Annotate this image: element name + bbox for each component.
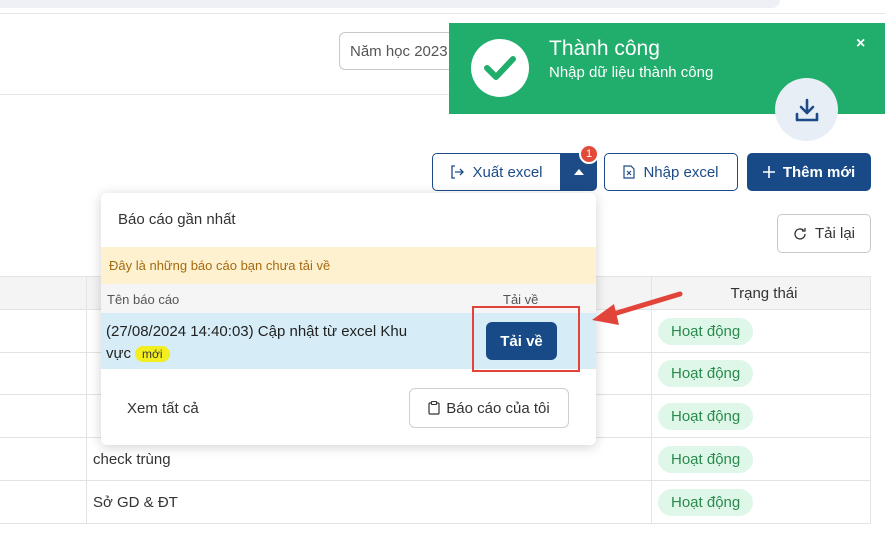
table-cell-status: Hoạt động [651, 438, 871, 480]
table-cell-status: Hoạt động [651, 353, 871, 394]
recent-reports-dropdown: Báo cáo gần nhất Đây là những báo cáo bạ… [101, 193, 596, 445]
clipboard-icon [428, 401, 440, 415]
export-icon [451, 165, 465, 179]
reload-button[interactable]: Tải lại [777, 214, 871, 253]
my-reports-label: Báo cáo của tôi [446, 399, 550, 417]
view-all-link[interactable]: Xem tất cả [127, 400, 199, 417]
status-badge: Hoạt động [658, 445, 754, 473]
table-header-status: Trạng thái [651, 277, 871, 309]
table-cell-status: Hoạt động [651, 310, 871, 352]
refresh-icon [794, 227, 806, 240]
export-excel-label: Xuất excel [472, 163, 543, 181]
table-cell-status: Hoạt động [651, 481, 871, 523]
col-report-name: Tên báo cáo [107, 292, 180, 307]
undownloaded-notice: Đây là những báo cáo bạn chưa tải về [101, 247, 596, 284]
reload-label: Tải lại [814, 225, 855, 242]
dropdown-title: Báo cáo gần nhất [118, 211, 236, 228]
table-cell-name: Sở GD & ĐT [86, 481, 651, 523]
col-download: Tải về [503, 292, 539, 307]
download-button[interactable] [775, 78, 838, 141]
import-excel-label: Nhập excel [643, 163, 719, 181]
report-item-text: (27/08/2024 14:40:03) Cập nhật từ excel … [106, 321, 451, 365]
top-bar [0, 0, 885, 14]
notification-badge: 1 [579, 144, 599, 164]
excel-file-icon [623, 165, 636, 179]
table-row[interactable]: Sở GD & ĐT Hoạt động [0, 481, 871, 524]
check-circle-icon [471, 39, 529, 97]
toast-message: Nhập dữ liệu thành công [549, 64, 714, 81]
status-badge: Hoạt động [658, 317, 754, 345]
status-badge: Hoạt động [658, 402, 754, 430]
plus-icon [762, 166, 775, 178]
status-badge: Hoạt động [658, 488, 754, 516]
add-new-label: Thêm mới [782, 163, 856, 181]
toast-title: Thành công [549, 37, 660, 60]
caret-up-icon [574, 169, 584, 175]
download-report-button[interactable]: Tải về [486, 322, 557, 360]
import-excel-button[interactable]: Nhập excel [604, 153, 738, 191]
new-tag: mới [135, 346, 170, 362]
my-reports-button[interactable]: Báo cáo của tôi [409, 388, 569, 428]
export-excel-button[interactable]: Xuất excel [432, 153, 561, 191]
close-icon[interactable]: × [856, 35, 865, 53]
top-search-bar[interactable] [0, 0, 780, 8]
status-badge: Hoạt động [658, 360, 754, 387]
download-icon [795, 98, 818, 121]
table-cell-status: Hoạt động [651, 395, 871, 437]
add-new-button[interactable]: Thêm mới [747, 153, 871, 191]
